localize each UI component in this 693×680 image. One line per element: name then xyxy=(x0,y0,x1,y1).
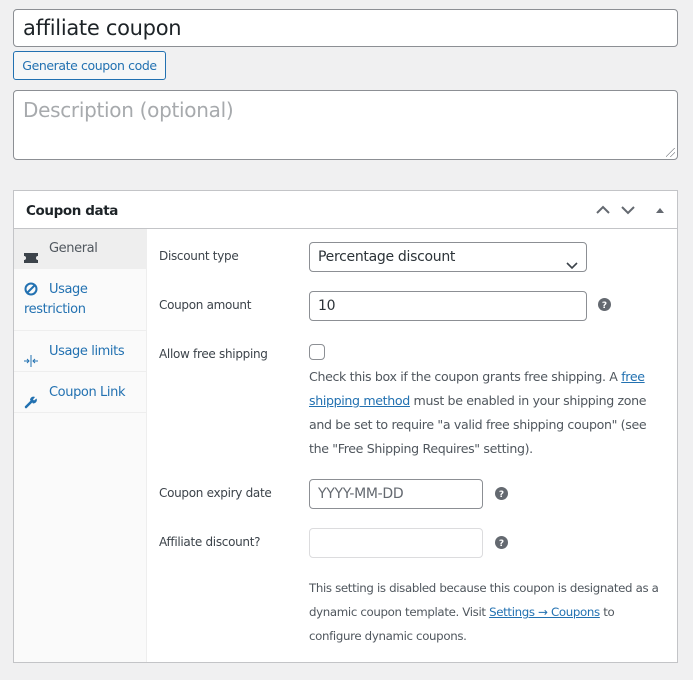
discount-type-label: Discount type xyxy=(159,249,239,263)
wrench-icon xyxy=(24,385,38,409)
coupon-code-input[interactable]: affiliate coupon xyxy=(13,9,678,47)
general-tab-content: Discount type Percentage discount Coupon… xyxy=(147,229,677,662)
affiliate-discount-input xyxy=(309,528,483,558)
free-shipping-label: Allow free shipping xyxy=(159,347,268,361)
affiliate-discount-label: Affiliate discount? xyxy=(159,535,261,549)
svg-text:?: ? xyxy=(499,490,504,500)
svg-text:?: ? xyxy=(499,539,504,549)
help-icon[interactable]: ? xyxy=(495,536,508,549)
help-icon[interactable]: ? xyxy=(598,298,611,311)
ticket-icon xyxy=(24,242,38,263)
free-shipping-description: Check this box if the coupon grants free… xyxy=(309,365,659,461)
tab-label: Usage limits xyxy=(49,344,125,359)
description-textarea[interactable]: Description (optional) xyxy=(13,90,678,160)
panel-title: Coupon data xyxy=(26,203,118,219)
tab-label: Usage restriction xyxy=(24,282,88,317)
chevron-down-icon[interactable] xyxy=(618,201,638,219)
discount-type-value: Percentage discount xyxy=(318,249,456,265)
affiliate-discount-description: This setting is disabled because this co… xyxy=(309,576,659,648)
expiry-date-input[interactable]: YYYY-MM-DD xyxy=(309,479,483,509)
coupon-amount-label: Coupon amount xyxy=(159,298,252,312)
svg-text:?: ? xyxy=(602,301,607,311)
discount-type-select[interactable]: Percentage discount xyxy=(309,242,587,272)
triangle-up-icon[interactable] xyxy=(650,201,670,219)
description-placeholder: Description (optional) xyxy=(23,98,234,122)
tab-general[interactable]: General xyxy=(14,229,146,269)
tab-usage-limits[interactable]: Usage limits xyxy=(14,331,146,372)
tab-label: General xyxy=(49,241,98,256)
chevron-up-icon[interactable] xyxy=(593,201,613,219)
chevron-down-icon xyxy=(566,252,578,270)
tab-usage-restriction[interactable]: Usage restriction xyxy=(14,269,146,331)
tab-coupon-link[interactable]: Coupon Link xyxy=(14,372,146,413)
coupon-amount-input[interactable]: 10 xyxy=(309,291,587,321)
free-shipping-checkbox[interactable] xyxy=(309,344,325,360)
generate-coupon-code-button[interactable]: Generate coupon code xyxy=(13,51,166,80)
resize-handle-icon[interactable] xyxy=(666,148,675,157)
panel-header: Coupon data xyxy=(14,191,677,229)
description-text: Check this box if the coupon grants free… xyxy=(309,369,622,384)
coupon-data-panel: Coupon data General Usage restriction Us… xyxy=(13,190,678,663)
tab-label: Coupon Link xyxy=(49,385,126,400)
help-icon[interactable]: ? xyxy=(495,487,508,500)
arrows-in-icon xyxy=(24,344,38,367)
settings-coupons-link[interactable]: Settings → Coupons xyxy=(489,605,600,619)
expiry-date-label: Coupon expiry date xyxy=(159,486,272,500)
coupon-tabs: General Usage restriction Usage limits C… xyxy=(14,229,147,662)
